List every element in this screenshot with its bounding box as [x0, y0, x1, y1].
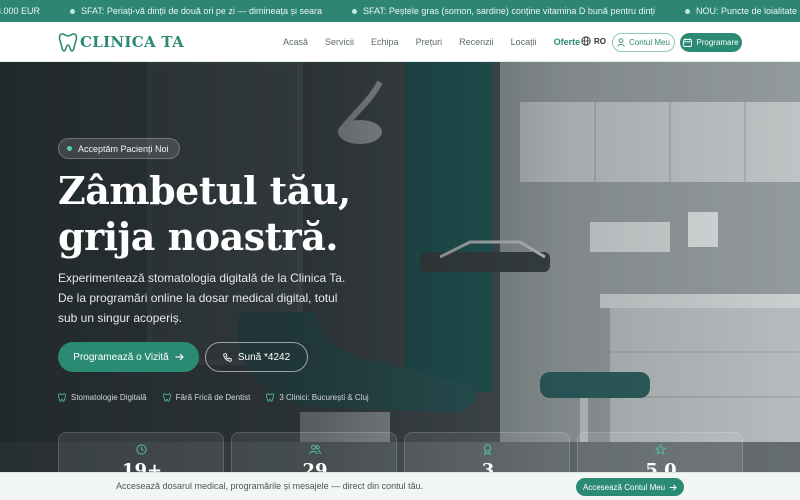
account-button[interactable]: Contul Meu [612, 33, 675, 52]
hero-section [0, 62, 800, 472]
call-label: Sună *4242 [237, 351, 291, 363]
feature-list: Stomatologie Digitală Fără Frică de Dent… [58, 393, 385, 402]
hero-subtitle: Experimentează stomatologia digitală de … [58, 271, 346, 325]
feature-item: Stomatologie Digitală [58, 393, 147, 402]
phone-icon [223, 352, 232, 362]
status-dot-icon [67, 146, 72, 151]
user-icon [617, 38, 625, 47]
access-account-label: Accesează Contul Meu [582, 482, 666, 492]
account-label: Contul Meu [629, 38, 670, 47]
ticker-item: 3.000 EUR [0, 6, 40, 16]
appointment-label: Programare [696, 38, 739, 47]
tooth-icon [162, 393, 171, 402]
hero-overlay [0, 62, 800, 472]
ticker-text: NOU: Puncte de loialitate - [695, 6, 800, 16]
hero-headline: Zâmbetul tău, grija noastră. [58, 168, 351, 259]
new-patients-badge: Acceptăm Pacienți Noi [58, 138, 180, 159]
feature-item: Fără Frică de Dentist [162, 393, 251, 402]
ticker-item: SFAT: Peștele gras (somon, sardine) conț… [351, 6, 655, 16]
access-account-button[interactable]: Accesează Contul Meu [576, 478, 684, 496]
nav-offers[interactable]: Oferte [554, 37, 581, 47]
call-button[interactable]: Sună *4242 [205, 342, 308, 372]
users-icon [309, 444, 321, 455]
bullet-icon [684, 8, 690, 14]
promo-message: Accesează dosarul medical, programările … [116, 481, 424, 491]
feature-label: 3 Clinici: București & Cluj [279, 393, 369, 402]
announcement-ticker: 3.000 EUR SFAT: Periați-vă dinții de dou… [0, 0, 800, 22]
ticker-text: SFAT: Peștele gras (somon, sardine) conț… [362, 6, 655, 16]
feature-item: 3 Clinici: București & Cluj [266, 393, 369, 402]
tooth-icon [266, 393, 275, 402]
tooth-icon [58, 393, 66, 402]
calendar-icon [683, 38, 693, 47]
language-switcher[interactable]: RO [581, 36, 606, 46]
arrow-right-icon [175, 353, 184, 361]
main-nav: Acasă Servicii Echipa Prețuri Recenzii L… [283, 22, 597, 62]
clock-icon [136, 444, 147, 455]
nav-home[interactable]: Acasă [283, 37, 308, 47]
nav-locations[interactable]: Locații [511, 37, 537, 47]
logo[interactable]: CLINICA TA [58, 31, 184, 53]
ticker-item: SFAT: Periați-vă dinții de două ori pe z… [70, 6, 322, 16]
language-label: RO [594, 36, 606, 46]
nav-services[interactable]: Servicii [325, 37, 354, 47]
star-icon [655, 444, 666, 455]
book-visit-button[interactable]: Programează o Vizită [58, 342, 199, 372]
brand-name: CLINICA TA [80, 33, 185, 51]
bullet-icon [351, 8, 357, 14]
award-icon [483, 444, 492, 455]
book-visit-label: Programează o Vizită [73, 351, 169, 363]
tooth-logo-icon [58, 33, 78, 52]
nav-team[interactable]: Echipa [371, 37, 399, 47]
badge-label: Acceptăm Pacienți Noi [78, 143, 169, 154]
feature-label: Stomatologie Digitală [71, 393, 147, 402]
ticker-text: 3.000 EUR [0, 6, 41, 16]
ticker-item: NOU: Puncte de loialitate - [684, 6, 800, 16]
nav-reviews[interactable]: Recenzii [459, 37, 494, 47]
account-promo-bar: Accesează dosarul medical, programările … [0, 472, 800, 500]
feature-label: Fără Frică de Dentist [175, 393, 251, 402]
site-header: CLINICA TA Acasă Servicii Echipa Prețuri… [0, 22, 800, 62]
bullet-icon [70, 8, 76, 14]
ticker-text: SFAT: Periați-vă dinții de două ori pe z… [81, 6, 322, 16]
arrow-right-icon [669, 484, 677, 490]
appointment-button[interactable]: Programare [680, 33, 742, 52]
nav-prices[interactable]: Prețuri [416, 37, 443, 47]
globe-icon [581, 36, 591, 46]
